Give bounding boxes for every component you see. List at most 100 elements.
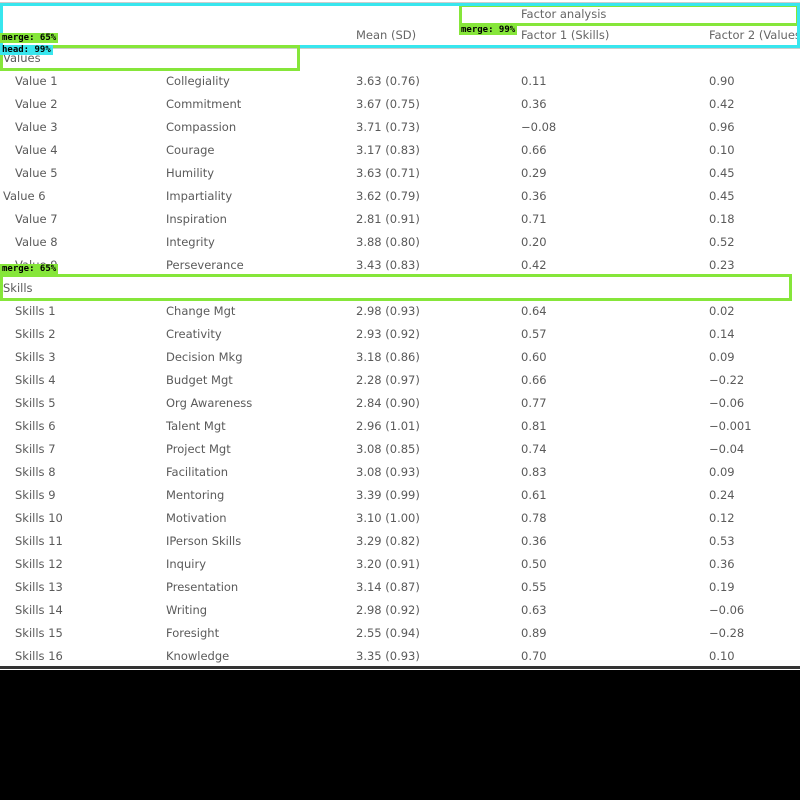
cell-id: Skills 7 [15, 442, 56, 456]
cell-mean: 3.29 (0.82) [356, 534, 420, 548]
cell-mean: 2.84 (0.90) [356, 396, 420, 410]
cell-f1: 0.83 [521, 465, 547, 479]
cell-name: Creativity [166, 327, 222, 341]
cell-mean: 3.10 (1.00) [356, 511, 420, 525]
cell-id: Skills 16 [15, 649, 63, 663]
cell-mean: 2.28 (0.97) [356, 373, 420, 387]
cell-f1: 0.66 [521, 373, 547, 387]
cell-f1: 0.61 [521, 488, 547, 502]
cell-mean: 3.63 (0.76) [356, 74, 420, 88]
cell-id: Skills 10 [15, 511, 63, 525]
cell-f2: 0.02 [709, 304, 735, 318]
cell-mean: 3.08 (0.93) [356, 465, 420, 479]
cell-f1: 0.78 [521, 511, 547, 525]
cell-name: Humility [166, 166, 215, 180]
cell-f1: 0.74 [521, 442, 547, 456]
cell-f2: 0.52 [709, 235, 735, 249]
cell-f1: 0.36 [521, 534, 547, 548]
cell-mean: 2.96 (1.01) [356, 419, 420, 433]
cell-f1: 0.89 [521, 626, 547, 640]
cell-f2: −0.04 [709, 442, 745, 456]
overlay-box-table-head [0, 3, 800, 48]
overlay-label-merge-65-values: merge: 65% [0, 33, 59, 43]
cell-name: Presentation [166, 580, 239, 594]
cell-mean: 3.08 (0.85) [356, 442, 420, 456]
cell-f2: 0.45 [709, 189, 735, 203]
cell-f1: 0.66 [521, 143, 547, 157]
cell-f2: 0.53 [709, 534, 735, 548]
cell-name: Mentoring [166, 488, 225, 502]
cell-name: Talent Mgt [166, 419, 226, 433]
cell-f1: 0.36 [521, 189, 547, 203]
cell-name: Decision Mkg [166, 350, 243, 364]
cell-id: Value 3 [15, 120, 58, 134]
cell-f1: 0.57 [521, 327, 547, 341]
cell-f2: 0.24 [709, 488, 735, 502]
cell-f1: 0.60 [521, 350, 547, 364]
cell-name: Courage [166, 143, 215, 157]
cell-id: Skills 2 [15, 327, 56, 341]
cell-f2: 0.45 [709, 166, 735, 180]
cell-id: Skills 13 [15, 580, 63, 594]
cell-id: Value 2 [15, 97, 58, 111]
cell-f2: 0.10 [709, 649, 735, 663]
cell-f2: 0.14 [709, 327, 735, 341]
cell-mean: 3.39 (0.99) [356, 488, 420, 502]
cell-name: Inquiry [166, 557, 206, 571]
cell-id: Skills 5 [15, 396, 56, 410]
cell-mean: 2.98 (0.92) [356, 603, 420, 617]
cell-mean: 3.62 (0.79) [356, 189, 420, 203]
cell-f1: 0.81 [521, 419, 547, 433]
overlay-box-skills-section [0, 274, 792, 301]
cell-name: Compassion [166, 120, 237, 134]
cell-id: Skills 3 [15, 350, 56, 364]
cell-name: Project Mgt [166, 442, 231, 456]
cell-f2: 0.23 [709, 258, 735, 272]
cell-f1: 0.64 [521, 304, 547, 318]
cell-id: Value 1 [15, 74, 58, 88]
cell-id: Value 7 [15, 212, 58, 226]
cell-name: Collegiality [166, 74, 230, 88]
cell-id: Value 6 [3, 189, 46, 203]
cell-f2: 0.36 [709, 557, 735, 571]
overlay-label-head-99: head: 99% [0, 45, 53, 55]
cell-f2: 0.96 [709, 120, 735, 134]
cell-name: Knowledge [166, 649, 230, 663]
cell-id: Value 8 [15, 235, 58, 249]
cell-name: Inspiration [166, 212, 227, 226]
cell-f1: 0.55 [521, 580, 547, 594]
cell-f2: 0.09 [709, 350, 735, 364]
cell-f2: −0.001 [709, 419, 752, 433]
cell-id: Skills 1 [15, 304, 56, 318]
cell-mean: 3.63 (0.71) [356, 166, 420, 180]
cell-f1: 0.11 [521, 74, 547, 88]
cell-id: Skills 8 [15, 465, 56, 479]
cell-f1: 0.50 [521, 557, 547, 571]
cell-f2: −0.28 [709, 626, 745, 640]
cell-mean: 2.93 (0.92) [356, 327, 420, 341]
cell-f2: 0.18 [709, 212, 735, 226]
cell-name: Commitment [166, 97, 242, 111]
cell-f2: 0.19 [709, 580, 735, 594]
cell-f1: 0.70 [521, 649, 547, 663]
cell-name: Org Awareness [166, 396, 253, 410]
cell-id: Skills 4 [15, 373, 56, 387]
cell-mean: 3.71 (0.73) [356, 120, 420, 134]
cell-mean: 3.14 (0.87) [356, 580, 420, 594]
cell-name: Foresight [166, 626, 220, 640]
cell-f1: 0.63 [521, 603, 547, 617]
table-page: Factor analysis Mean (SD) Factor 1 (Skil… [0, 0, 800, 670]
cell-name: Change Mgt [166, 304, 236, 318]
cell-mean: 3.35 (0.93) [356, 649, 420, 663]
cell-id: Skills 6 [15, 419, 56, 433]
cell-mean: 3.18 (0.86) [356, 350, 420, 364]
cell-f2: −0.06 [709, 396, 745, 410]
cell-name: Motivation [166, 511, 227, 525]
cell-id: Skills 12 [15, 557, 63, 571]
cell-mean: 3.17 (0.83) [356, 143, 420, 157]
cell-f1: 0.36 [521, 97, 547, 111]
cell-mean: 2.98 (0.93) [356, 304, 420, 318]
cell-f1: 0.77 [521, 396, 547, 410]
cell-name: Facilitation [166, 465, 229, 479]
cell-f2: 0.90 [709, 74, 735, 88]
